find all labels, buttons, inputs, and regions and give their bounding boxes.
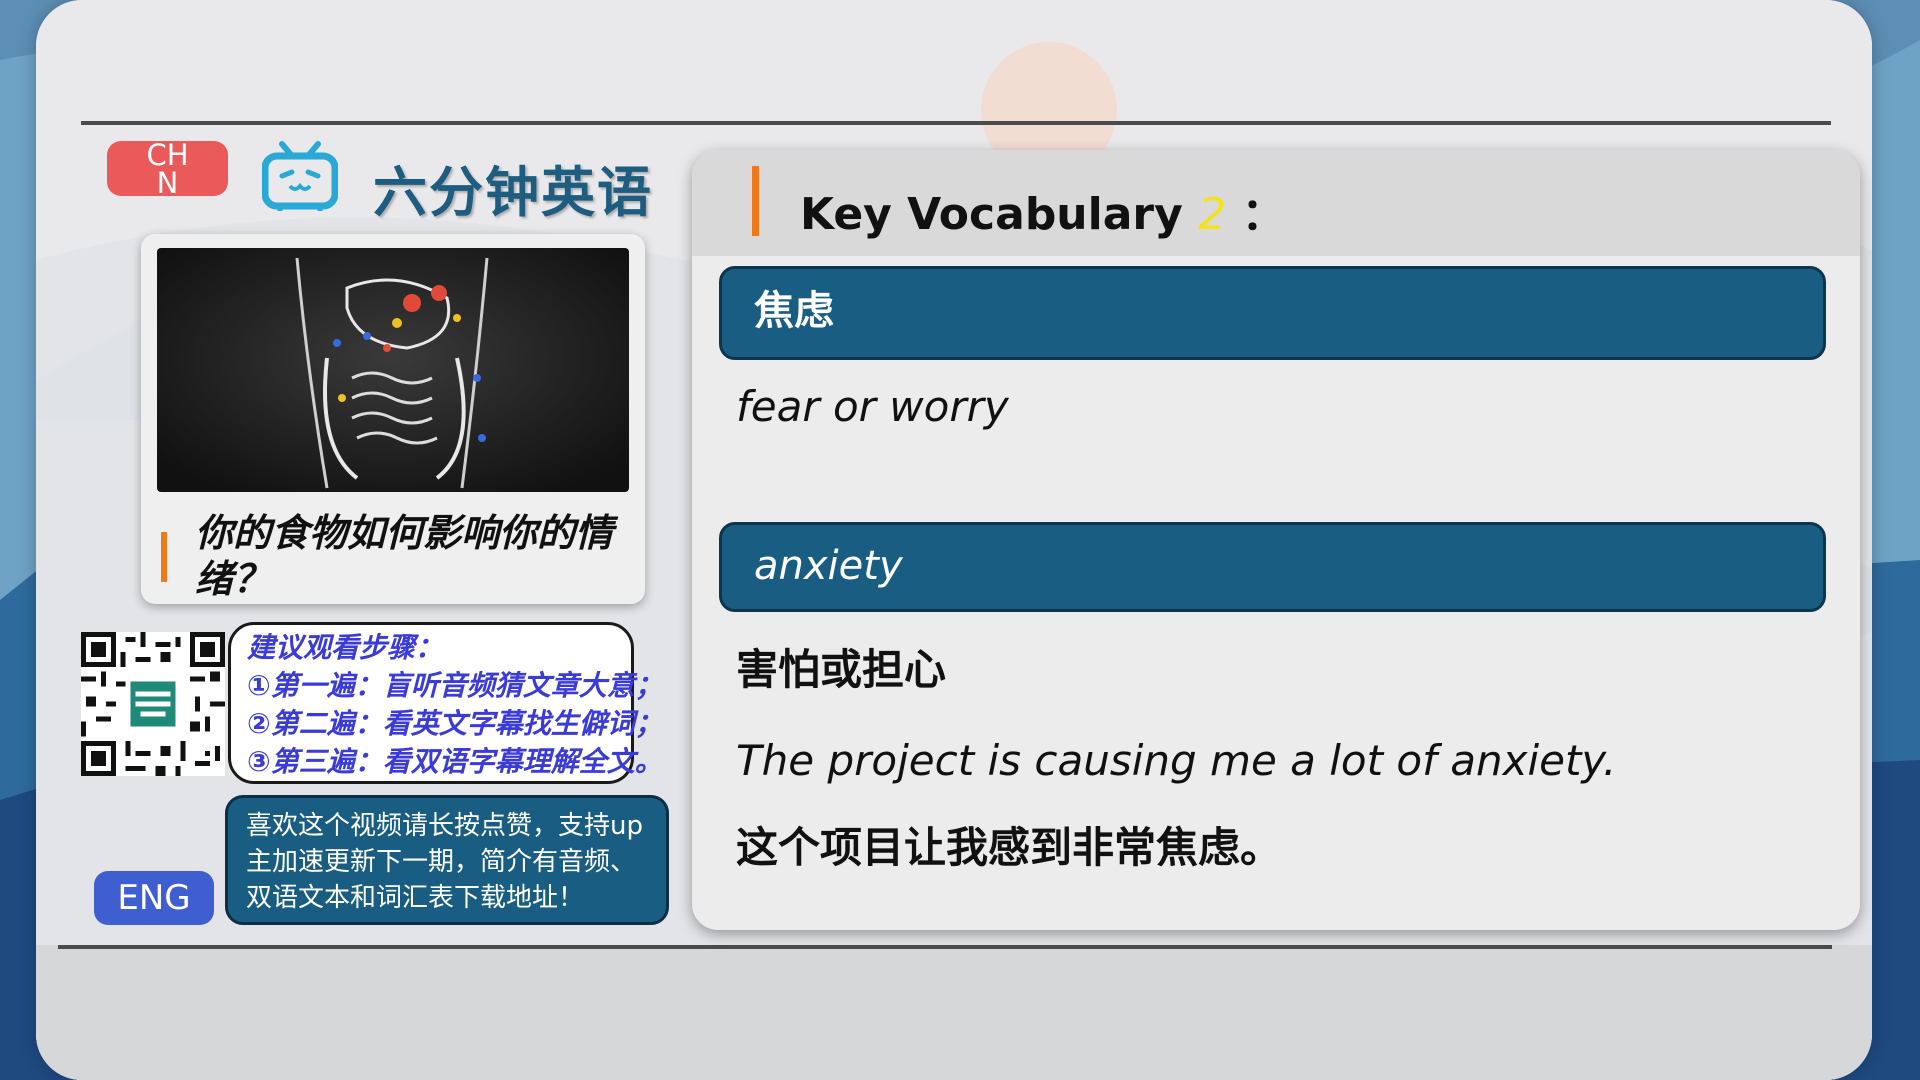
example-sentence-zh: 这个项目让我感到非常焦虑。 bbox=[736, 823, 1283, 872]
episode-card[interactable]: 你的食物如何影响你的情绪？ bbox=[141, 234, 645, 604]
chn-button[interactable]: CHN bbox=[107, 141, 228, 196]
viewing-steps: 建议观看步骤： ①第一遍：盲听音频猜文章大意； ②第二遍：看英文字幕找生僻词； … bbox=[228, 622, 663, 784]
episode-title: 你的食物如何影响你的情绪？ bbox=[195, 511, 614, 601]
promo-message: 喜欢这个视频请长按点赞，支持up主加速更新下一期，简介有音频、双语文本和词汇表下… bbox=[225, 795, 669, 925]
qr-code[interactable] bbox=[81, 632, 225, 776]
header-marker bbox=[752, 166, 759, 236]
example-sentence-en: The project is causing me a lot of anxie… bbox=[736, 736, 1617, 785]
brand-title: 六分钟英语 bbox=[373, 161, 653, 224]
step-1: ①第一遍：盲听音频猜文章大意； bbox=[247, 669, 663, 702]
step-2: ②第二遍：看英文字幕找生僻词； bbox=[247, 707, 663, 740]
step-3: ③第三遍：看双语字幕理解全文。 bbox=[247, 745, 663, 778]
bilibili-tv-icon bbox=[262, 141, 338, 211]
slide-card: CHN 六分钟英语 你的食物如何影响你的情绪？ 建议观看步骤： ①第一遍：盲听音… bbox=[36, 0, 1872, 1080]
term-bar-zh: 焦虑 bbox=[719, 266, 1826, 360]
term-definition-en: fear or worry bbox=[736, 382, 1009, 431]
top-divider bbox=[81, 121, 1831, 125]
eng-button[interactable]: ENG bbox=[94, 871, 214, 925]
digestive-system-image bbox=[157, 248, 629, 492]
vocabulary-header: Key Vocabulary 2 ： bbox=[692, 150, 1860, 256]
steps-heading: 建议观看步骤： bbox=[247, 631, 444, 664]
bottom-divider bbox=[58, 945, 1832, 949]
vocabulary-heading: Key Vocabulary 2 ： bbox=[800, 178, 1285, 242]
vocabulary-colon: ： bbox=[1241, 189, 1286, 240]
vocabulary-heading-text: Key Vocabulary bbox=[800, 189, 1183, 240]
term-definition-zh: 害怕或担心 bbox=[736, 645, 947, 694]
title-marker bbox=[161, 532, 167, 582]
vocabulary-number: 2 bbox=[1198, 189, 1227, 240]
vocabulary-panel: Key Vocabulary 2 ： 焦虑 fear or worry anxi… bbox=[692, 150, 1860, 930]
term-bar-en: anxiety bbox=[719, 522, 1826, 612]
